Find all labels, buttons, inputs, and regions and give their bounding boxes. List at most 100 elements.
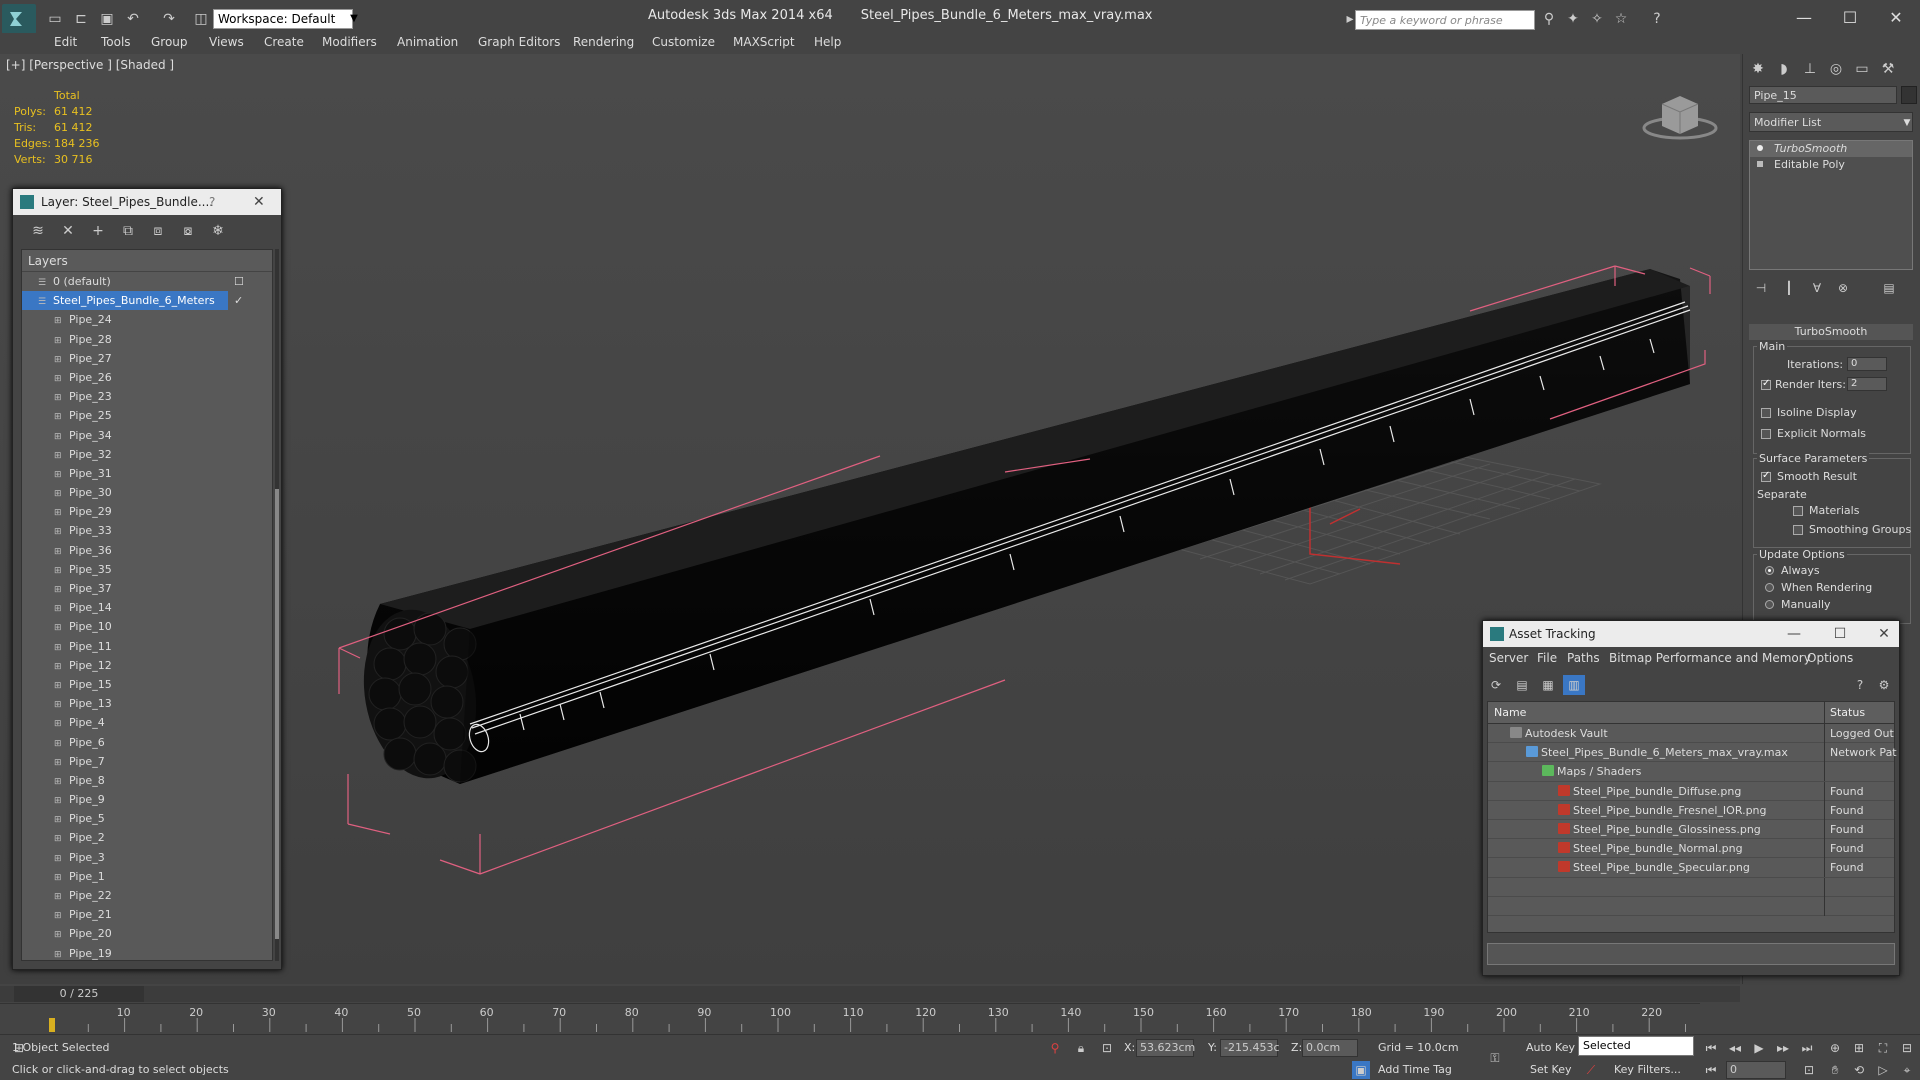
close-icon[interactable]: ✕ (1876, 6, 1916, 30)
help-icon[interactable]: ? (1849, 675, 1871, 695)
layer-row[interactable]: ⊞ Pipe_30 (22, 483, 272, 502)
selection-set-dropdown[interactable]: Selected (1578, 1036, 1694, 1056)
layer-row[interactable]: ⊞ Pipe_21 (22, 905, 272, 924)
menu-rendering[interactable]: Rendering (573, 35, 634, 49)
open-file-icon[interactable]: ⊏ (72, 10, 90, 28)
column-name-header[interactable]: Name (1494, 706, 1526, 719)
key-mode-icon[interactable]: ⏮ (1702, 1061, 1720, 1079)
turbosmooth-rollout-title[interactable]: TurboSmooth (1749, 324, 1913, 340)
layer-row[interactable]: ⊞ Pipe_37 (22, 579, 272, 598)
pan-icon[interactable]: ✋︎ (1826, 1061, 1844, 1079)
layer-panel-title[interactable]: Layer: Steel_Pipes_Bundle.... (13, 189, 281, 215)
layer-row[interactable]: ⊞ Pipe_28 (22, 330, 272, 349)
asset-row[interactable]: Steel_Pipe_bundle_Diffuse.png Found (1488, 781, 1894, 801)
search-input[interactable]: Type a keyword or phrase (1355, 10, 1535, 30)
asset-path-field[interactable] (1487, 943, 1895, 965)
layer-row[interactable]: ⊞ Pipe_33 (22, 521, 272, 540)
layer-row[interactable]: ⊞ Pipe_36 (22, 541, 272, 560)
current-layer-check-icon[interactable]: ✓ (234, 291, 243, 310)
layer-row[interactable]: ⊞ Pipe_10 (22, 617, 272, 636)
favorites-star-icon[interactable]: ☆ (1612, 10, 1630, 28)
layer-row[interactable]: ⊞ Pipe_7 (22, 752, 272, 771)
explicit-normals-checkbox[interactable] (1761, 429, 1771, 439)
menu-animation[interactable]: Animation (397, 35, 458, 49)
x-coord-field[interactable]: 53.623cm (1136, 1039, 1195, 1057)
previous-frame-icon[interactable]: ◂◂ (1726, 1039, 1744, 1057)
undo-icon[interactable]: ↶ (124, 10, 142, 28)
menu-edit[interactable]: Edit (54, 35, 77, 49)
layer-row[interactable]: ⊞ Pipe_23 (22, 387, 272, 406)
zoom-icon[interactable]: ⊕ (1826, 1039, 1844, 1057)
layer-row[interactable]: ⊞ Pipe_34 (22, 426, 272, 445)
smoothing-groups-checkbox[interactable] (1793, 525, 1803, 535)
walk-through-icon[interactable]: ⌖ (1898, 1061, 1916, 1079)
hierarchy-tab-icon[interactable]: ⊥ (1799, 58, 1821, 80)
add-time-tag-button[interactable]: Add Time Tag (1378, 1063, 1452, 1076)
layer-row[interactable]: ⊞ Pipe_32 (22, 445, 272, 464)
project-folder-icon[interactable]: ◫ (192, 10, 210, 28)
track-bar[interactable]: 10 20 30 40 50 60 70 80 90 100 110 120 130 140 150 160 1… (0, 1003, 1700, 1033)
field-of-view-icon[interactable]: ▷ (1874, 1061, 1892, 1079)
layer-row[interactable]: ⊞ Pipe_26 (22, 368, 272, 387)
layer-row[interactable]: ⊞ Pipe_2 (22, 828, 272, 847)
layer-row[interactable]: ⊞ Pipe_24 (22, 310, 272, 329)
menu-views[interactable]: Views (209, 35, 244, 49)
layer-row[interactable]: ⊞ Pipe_1 (22, 867, 272, 886)
iterations-spinner[interactable]: 0 (1847, 357, 1887, 371)
time-tag-icon[interactable]: ▣ (1352, 1061, 1370, 1079)
save-icon[interactable]: ▣ (98, 10, 116, 28)
workspace-dropdown[interactable]: Workspace: Default (213, 9, 353, 29)
time-slider[interactable]: 0 / 225 (0, 986, 1740, 1002)
app-logo-icon[interactable] (2, 4, 36, 34)
auto-key-button[interactable]: Auto Key (1526, 1041, 1575, 1054)
menu-create[interactable]: Create (264, 35, 304, 49)
close-icon[interactable]: ✕ (253, 189, 265, 215)
refresh-icon[interactable]: ⟳ (1485, 675, 1507, 695)
layer-row[interactable]: ⊞ Pipe_5 (22, 809, 272, 828)
key-icon[interactable]: ⚿ (1486, 1049, 1504, 1067)
asset-menu-bitmap[interactable]: Bitmap Performance and Memory (1609, 651, 1811, 665)
layer-row[interactable]: ⊞ Pipe_27 (22, 349, 272, 368)
asset-row[interactable]: Steel_Pipes_Bundle_6_Meters_max_vray.max… (1488, 743, 1897, 763)
z-coord-field[interactable]: 0.0cm (1302, 1039, 1358, 1057)
freeze-all-icon[interactable]: ❄ (207, 221, 229, 241)
next-frame-icon[interactable]: ▸▸ (1774, 1039, 1792, 1057)
show-end-result-icon[interactable]: ┃ (1779, 278, 1799, 298)
modifier-list-dropdown[interactable]: Modifier List ▼ (1749, 112, 1913, 132)
asset-row[interactable]: Maps / Shaders (1488, 762, 1894, 782)
chevron-down-icon[interactable]: ▼ (345, 9, 363, 29)
asset-menu-server[interactable]: Server (1489, 651, 1528, 665)
remove-modifier-icon[interactable]: ⊗ (1833, 278, 1853, 298)
make-unique-icon[interactable]: ∀ (1807, 278, 1827, 298)
menu-graph-editors[interactable]: Graph Editors (478, 35, 560, 49)
menu-customize[interactable]: Customize (652, 35, 715, 49)
materials-checkbox[interactable] (1793, 506, 1803, 516)
layer-row[interactable]: ⊞ Pipe_9 (22, 790, 272, 809)
asset-menu-options[interactable]: Options (1807, 651, 1853, 665)
key-filters-button[interactable]: Key Filters... (1614, 1063, 1681, 1076)
when-rendering-radio[interactable] (1765, 583, 1774, 592)
add-to-layer-icon[interactable]: + (87, 221, 109, 241)
asset-row[interactable]: Steel_Pipe_bundle_Specular.png Found (1488, 858, 1894, 878)
time-slider-thumb[interactable]: 0 / 225 (14, 986, 144, 1002)
list-view-icon[interactable]: ▤ (1511, 675, 1533, 695)
layer-row[interactable]: ⊞ Pipe_13 (22, 694, 272, 713)
create-tab-icon[interactable]: ✸ (1747, 58, 1769, 80)
layer-checkbox-icon[interactable]: ☐ (234, 272, 244, 291)
layer-row[interactable]: ☰ Steel_Pipes_Bundle_6_Meters ✓ (22, 291, 272, 311)
always-radio[interactable] (1765, 566, 1774, 575)
manually-radio[interactable] (1765, 600, 1774, 609)
object-color-swatch[interactable] (1901, 86, 1917, 104)
menu-modifiers[interactable]: Modifiers (322, 35, 377, 49)
redo-icon[interactable]: ↷ (160, 10, 178, 28)
stack-item-turbosmooth[interactable]: TurboSmooth (1750, 141, 1912, 157)
set-key-icon[interactable]: ⟋ (1582, 1061, 1600, 1079)
minimize-icon[interactable]: — (1784, 6, 1824, 30)
menu-help[interactable]: Help (814, 35, 841, 49)
layer-row[interactable]: ⊞ Pipe_12 (22, 656, 272, 675)
asset-row[interactable] (1488, 877, 1894, 897)
asset-row[interactable]: Steel_Pipe_bundle_Normal.png Found (1488, 839, 1894, 859)
asset-row[interactable]: Steel_Pipe_bundle_Glossiness.png Found (1488, 819, 1894, 840)
viewcube-icon[interactable] (1640, 84, 1720, 144)
hide-all-icon[interactable]: ⧇ (177, 221, 199, 241)
